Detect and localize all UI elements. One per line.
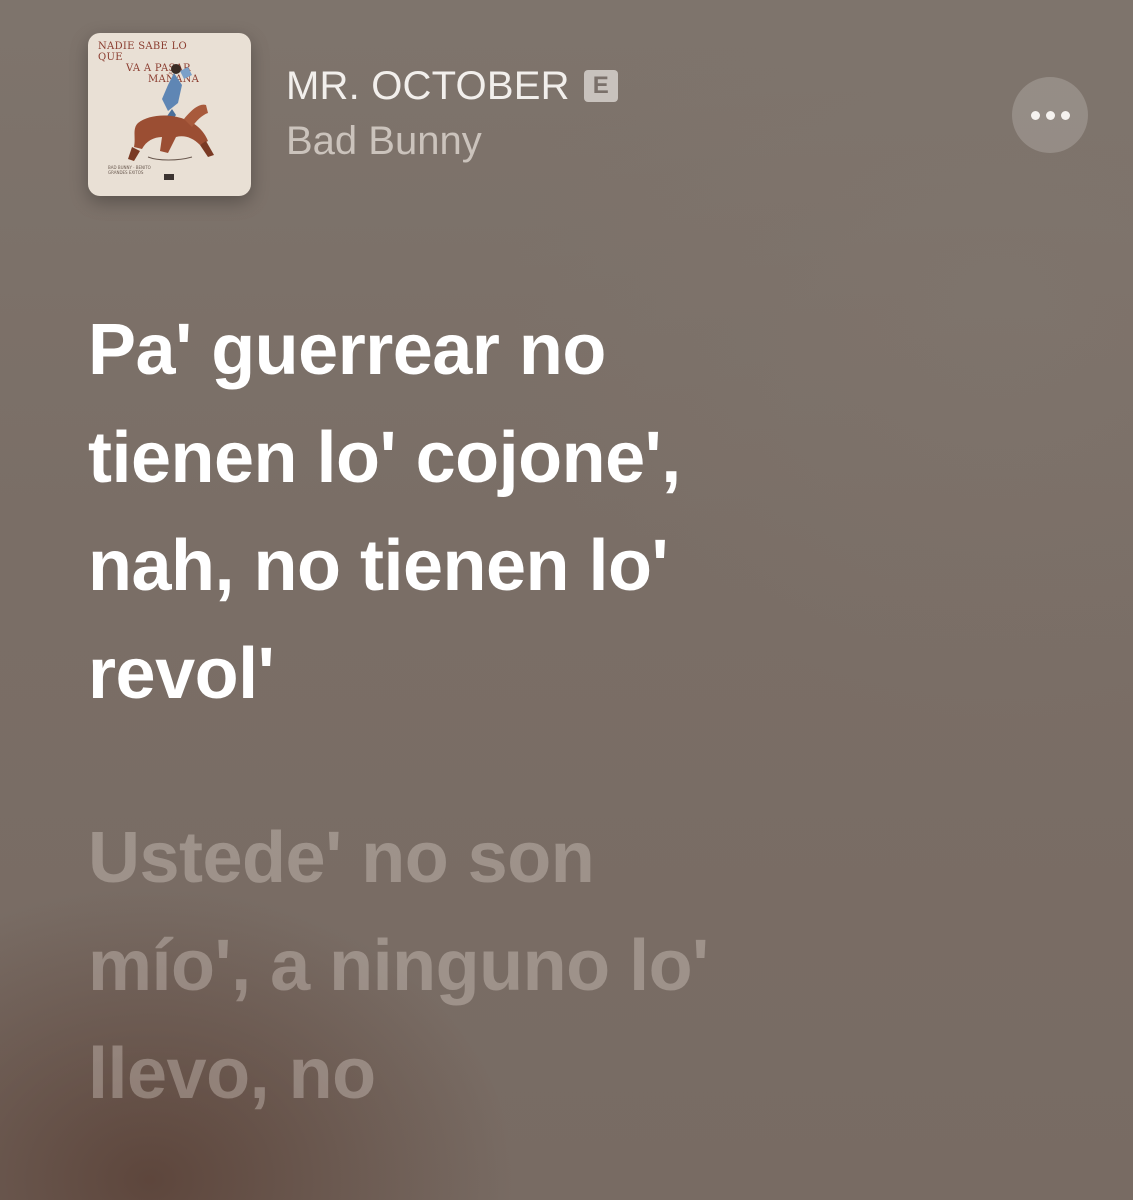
track-info[interactable]: MR. OCTOBER E Bad Bunny	[286, 59, 618, 164]
ellipsis-icon-dot	[1060, 110, 1070, 120]
lyric-text-line: Pa' guerrear no	[88, 310, 606, 390]
more-options-button[interactable]	[1012, 77, 1088, 153]
title-row: MR. OCTOBER E	[286, 59, 618, 113]
track-artist[interactable]: Bad Bunny	[286, 119, 618, 164]
parental-advisory-logo	[164, 174, 174, 180]
ellipsis-icon	[1030, 110, 1040, 120]
track-title: MR. OCTOBER	[286, 63, 570, 108]
now-playing-header: NADIE SABE LO QUE VA A PASAR MAÑANA BAD …	[88, 33, 1088, 197]
current-lyric-line[interactable]: Pa' guerrear no tienen lo' cojone', nah,…	[88, 296, 1088, 728]
artwork-credit-line: GRANDES EXITOS	[108, 170, 144, 175]
artwork-credits: BAD BUNNY · BENITO GRANDES EXITOS	[108, 165, 151, 175]
lyric-text-line: tienen lo' cojone',	[88, 418, 681, 498]
lyric-text-line: revol'	[88, 634, 275, 714]
ellipsis-icon-dot	[1045, 110, 1055, 120]
explicit-badge: E	[583, 70, 618, 102]
next-lyric-line[interactable]: Ustede' no son mío', a ninguno lo' llevo…	[88, 804, 1088, 1128]
lyric-text-line: Ustede' no son	[88, 818, 595, 898]
lyric-text-line: llevo, no	[88, 1034, 376, 1114]
lyric-text-line: mío', a ninguno lo'	[88, 926, 709, 1006]
lyric-text-line: nah, no tienen lo'	[88, 526, 669, 606]
album-artwork[interactable]: NADIE SABE LO QUE VA A PASAR MAÑANA BAD …	[88, 33, 251, 196]
